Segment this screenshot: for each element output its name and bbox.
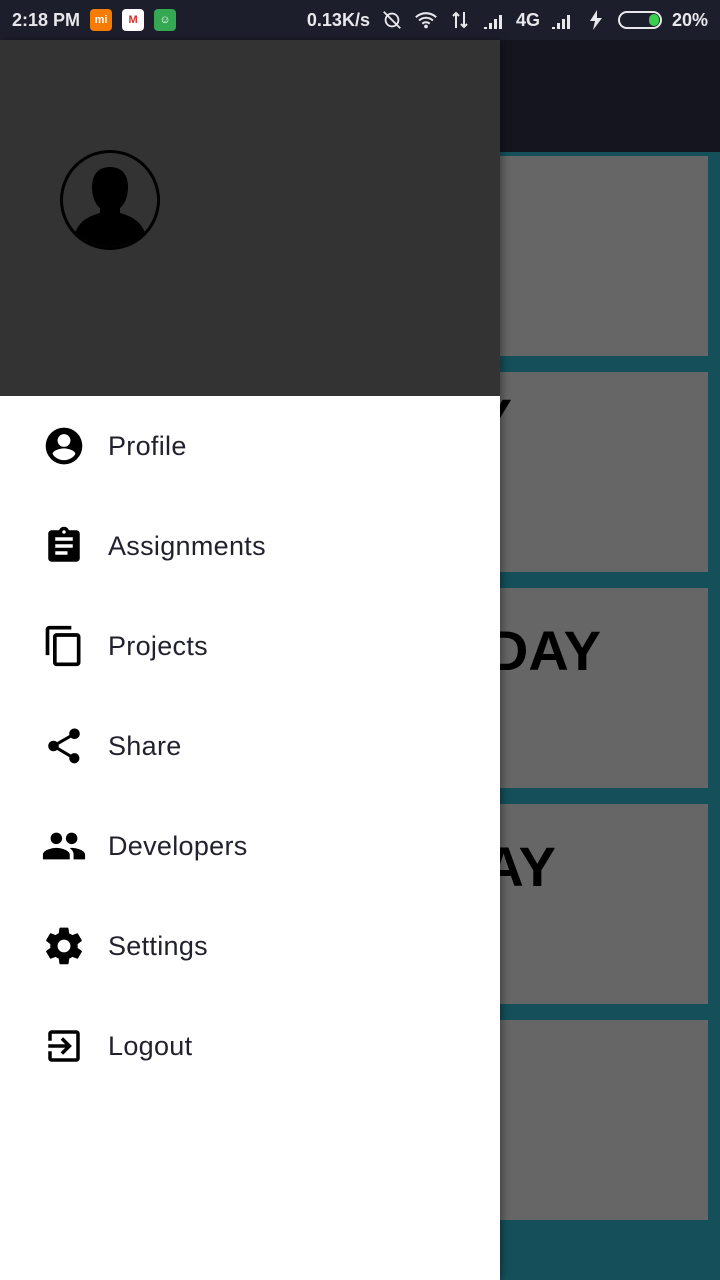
battery-icon	[617, 11, 662, 29]
menu-item-developers[interactable]: Developers	[0, 796, 500, 896]
status-time: 2:18 PM	[12, 9, 81, 30]
android-icon: ☺	[154, 9, 177, 31]
menu-item-share[interactable]: Share	[0, 696, 500, 796]
exit-icon	[40, 1022, 88, 1070]
navigation-drawer: Profile Assignments Projects Share Devel…	[0, 40, 500, 1280]
menu-item-settings[interactable]: Settings	[0, 896, 500, 996]
wifi-icon	[414, 9, 438, 31]
tile-3[interactable]: DAY	[494, 588, 708, 788]
alarm-off-icon	[380, 9, 404, 31]
share-icon	[40, 722, 88, 770]
network-type: 4G	[515, 9, 540, 30]
status-bar: 2:18 PM mi M ☺ 0.13K/s 4G 20%	[0, 0, 720, 40]
charging-icon	[584, 9, 608, 31]
menu-label-logout: Logout	[108, 1030, 193, 1061]
net-speed: 0.13K/s	[306, 9, 370, 30]
account-circle-icon	[40, 422, 88, 470]
menu-item-logout[interactable]: Logout	[0, 996, 500, 1096]
signal-icon-2	[550, 9, 574, 31]
copy-icon	[40, 622, 88, 670]
menu-label-assignments: Assignments	[108, 530, 266, 561]
signal-icon	[482, 9, 506, 31]
gear-icon	[40, 922, 88, 970]
menu-item-projects[interactable]: Projects	[0, 596, 500, 696]
mi-icon: mi	[90, 9, 113, 31]
person-avatar-icon[interactable]	[60, 150, 160, 250]
menu-label-profile: Profile	[108, 430, 187, 461]
menu-label-developers: Developers	[108, 830, 248, 861]
data-arrows-icon	[448, 9, 472, 31]
battery-percent: 20%	[671, 9, 708, 30]
tile-1[interactable]	[494, 156, 708, 356]
drawer-header	[0, 40, 500, 396]
people-icon	[40, 822, 88, 870]
menu-item-profile[interactable]: Profile	[0, 396, 500, 496]
menu-label-projects: Projects	[108, 630, 208, 661]
menu-label-share: Share	[108, 730, 182, 761]
drawer-menu: Profile Assignments Projects Share Devel…	[0, 396, 500, 1096]
tile-2[interactable]: Y	[494, 372, 708, 572]
tile-5[interactable]	[494, 1020, 708, 1220]
tile-4[interactable]: AY	[494, 804, 708, 1004]
gmail-icon: M	[122, 9, 145, 31]
clipboard-icon	[40, 522, 88, 570]
menu-label-settings: Settings	[108, 930, 208, 961]
menu-item-assignments[interactable]: Assignments	[0, 496, 500, 596]
